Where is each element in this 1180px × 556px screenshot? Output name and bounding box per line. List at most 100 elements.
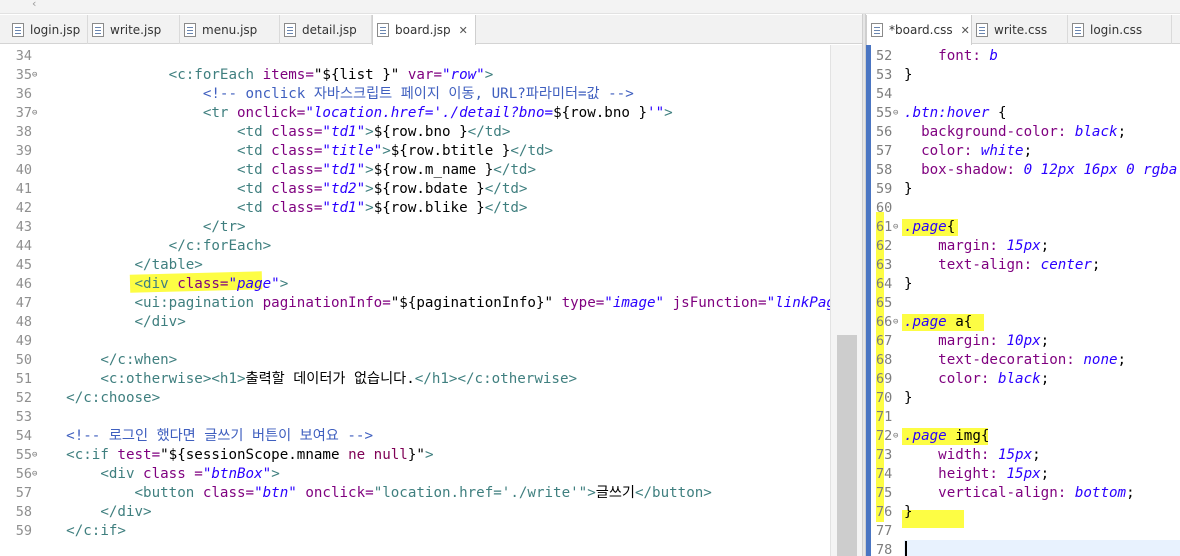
fold-toggle-icon[interactable]: ⊖: [893, 218, 898, 237]
code-line[interactable]: 59}: [866, 180, 1180, 199]
code-line[interactable]: 67 margin: 10px;: [866, 332, 1180, 351]
code-line[interactable]: 54: [866, 85, 1180, 104]
code-line[interactable]: 48 </div>: [0, 313, 830, 332]
code-text: <c:forEach items="${list }" var="row">: [32, 66, 494, 85]
code-line[interactable]: 75 vertical-align: bottom;: [866, 484, 1180, 503]
close-tab-icon[interactable]: ✕: [459, 24, 468, 37]
code-text: margin: 10px;: [904, 332, 1049, 351]
code-line[interactable]: 35 ⊖ <c:forEach items="${list }" var="row…: [0, 66, 830, 85]
code-line[interactable]: 46 <div class="page">: [0, 275, 830, 294]
close-tab-icon[interactable]: ✕: [961, 24, 970, 37]
code-text: }: [904, 180, 913, 199]
tab-detail-jsp[interactable]: detail.jsp: [280, 15, 372, 44]
code-line[interactable]: 41 <td class="td2">${row.bdate }</td>: [0, 180, 830, 199]
code-line[interactable]: 47 <ui:pagination paginationInfo="${pagi…: [0, 294, 830, 313]
code-line[interactable]: 73 width: 15px;: [866, 446, 1180, 465]
css-code-editor[interactable]: 52 font: b 53} 54 55 ⊖ .btn:hover {56 backgro…: [866, 45, 1180, 556]
code-line[interactable]: 55 ⊖ <c:if test="${sessionScope.mname ne …: [0, 446, 830, 465]
code-line[interactable]: 57 color: white;: [866, 142, 1180, 161]
jsp-code-editor[interactable]: 34 35 ⊖ <c:forEach items="${list }" var="…: [0, 45, 830, 556]
code-line[interactable]: 52 font: b: [866, 47, 1180, 66]
code-token: <td: [32, 143, 272, 159]
code-line[interactable]: 71: [866, 408, 1180, 427]
code-line[interactable]: 44 </c:forEach>: [0, 237, 830, 256]
code-line[interactable]: 43 </tr>: [0, 218, 830, 237]
code-token: >: [664, 105, 673, 121]
code-token: 글쓰기: [595, 485, 635, 501]
code-line[interactable]: 56 ⊖ <div class ="btnBox">: [0, 465, 830, 484]
code-token: color:: [904, 371, 998, 387]
code-line[interactable]: 39 <td class="title">${row.btitle }</td>: [0, 142, 830, 161]
code-text: <div class="page">: [32, 275, 288, 294]
code-token: </c:choose>: [32, 390, 161, 406]
code-line[interactable]: 58 </div>: [0, 503, 830, 522]
code-line[interactable]: 76}: [866, 503, 1180, 522]
code-token: {: [989, 105, 1007, 121]
code-line[interactable]: 52 </c:choose>: [0, 389, 830, 408]
line-number: 55: [876, 105, 893, 121]
code-text: width: 15px;: [904, 446, 1041, 465]
code-line[interactable]: 62 margin: 15px;: [866, 237, 1180, 256]
code-line[interactable]: 49: [0, 332, 830, 351]
tab-menu-jsp[interactable]: menu.jsp: [180, 15, 280, 44]
code-line[interactable]: 77: [866, 522, 1180, 541]
code-line[interactable]: 56 background-color: black;: [866, 123, 1180, 142]
code-line[interactable]: 72 ⊖ .page img{: [866, 427, 1180, 446]
code-line[interactable]: 53: [0, 408, 830, 427]
code-line[interactable]: 74 height: 15px;: [866, 465, 1180, 484]
line-number: 65: [876, 295, 893, 311]
code-line[interactable]: 69 color: black;: [866, 370, 1180, 389]
code-line[interactable]: 64}: [866, 275, 1180, 294]
code-line[interactable]: 45 </table>: [0, 256, 830, 275]
code-line[interactable]: 70}: [866, 389, 1180, 408]
code-token: </h1></c:otherwise>: [414, 371, 578, 387]
code-text: }: [904, 275, 913, 294]
code-line[interactable]: 57 <button class="btn" onclick="location…: [0, 484, 830, 503]
code-line[interactable]: 50 </c:when>: [0, 351, 830, 370]
tab-board-jsp[interactable]: board.jsp ✕: [372, 15, 476, 45]
code-line[interactable]: 53}: [866, 66, 1180, 85]
line-number: 61: [876, 219, 893, 235]
code-line[interactable]: 58 box-shadow: 0 12px 16px 0 rgba(0,: [866, 161, 1180, 180]
code-line[interactable]: 66 ⊖ .page a{: [866, 313, 1180, 332]
code-line[interactable]: 55 ⊖ .btn:hover {: [866, 104, 1180, 123]
scrollbar-thumb[interactable]: [837, 335, 857, 556]
line-number: 41: [15, 181, 32, 197]
editor-vertical-scrollbar[interactable]: [830, 45, 862, 556]
code-line[interactable]: 37 ⊖ <tr onclick="location.href='./detail…: [0, 104, 830, 123]
fold-toggle-icon[interactable]: ⊖: [893, 427, 898, 446]
code-line[interactable]: 60: [866, 199, 1180, 218]
code-line[interactable]: 68 text-decoration: none;: [866, 351, 1180, 370]
code-text: background-color: black;: [904, 123, 1126, 142]
code-line[interactable]: 59 </c:if>: [0, 522, 830, 541]
code-token: >: [587, 485, 596, 501]
tab-board-css[interactable]: *board.css ✕: [866, 15, 972, 45]
code-line[interactable]: 61 ⊖ .page{: [866, 218, 1180, 237]
code-token: none: [1083, 352, 1118, 368]
code-line[interactable]: 63 text-align: center;: [866, 256, 1180, 275]
code-text: color: white;: [904, 142, 1032, 161]
code-line[interactable]: 34: [0, 47, 830, 66]
code-token: "image": [604, 295, 665, 311]
code-token: ${row.m_name }: [373, 162, 494, 178]
code-line[interactable]: 54 <!-- 로그인 했다면 글쓰기 버튼이 보여요 -->: [0, 427, 830, 446]
fold-toggle-icon[interactable]: ⊖: [893, 104, 898, 123]
code-line[interactable]: 36 <!-- onclick 자바스크립트 페이지 이동, URL?파라미터=…: [0, 85, 830, 104]
tab-write-jsp[interactable]: write.jsp: [88, 15, 180, 44]
code-token: onclick=: [296, 485, 374, 501]
tab-login-jsp[interactable]: login.jsp: [8, 15, 88, 44]
code-token: class=: [271, 200, 323, 216]
code-line[interactable]: 38 <td class="td1">${row.bno }</td>: [0, 123, 830, 142]
code-line[interactable]: 65: [866, 294, 1180, 313]
fold-toggle-icon[interactable]: ⊖: [893, 313, 898, 332]
code-line[interactable]: 40 <td class="td1">${row.m_name }</td>: [0, 161, 830, 180]
tab-login-css[interactable]: login.css: [1068, 15, 1172, 44]
code-token: "page": [228, 276, 280, 292]
tab-write-css[interactable]: write.css: [972, 15, 1068, 44]
code-line[interactable]: 42 <td class="td1">${row.blike }</td>: [0, 199, 830, 218]
code-line[interactable]: 51 <c:otherwise><h1>출력할 데이터가 없습니다.</h1><…: [0, 370, 830, 389]
line-number: 59: [15, 523, 32, 539]
line-number: 77: [876, 523, 893, 539]
scroll-left-arrow-icon[interactable]: ‹: [32, 0, 36, 10]
tab-label: board.jsp: [395, 23, 451, 37]
